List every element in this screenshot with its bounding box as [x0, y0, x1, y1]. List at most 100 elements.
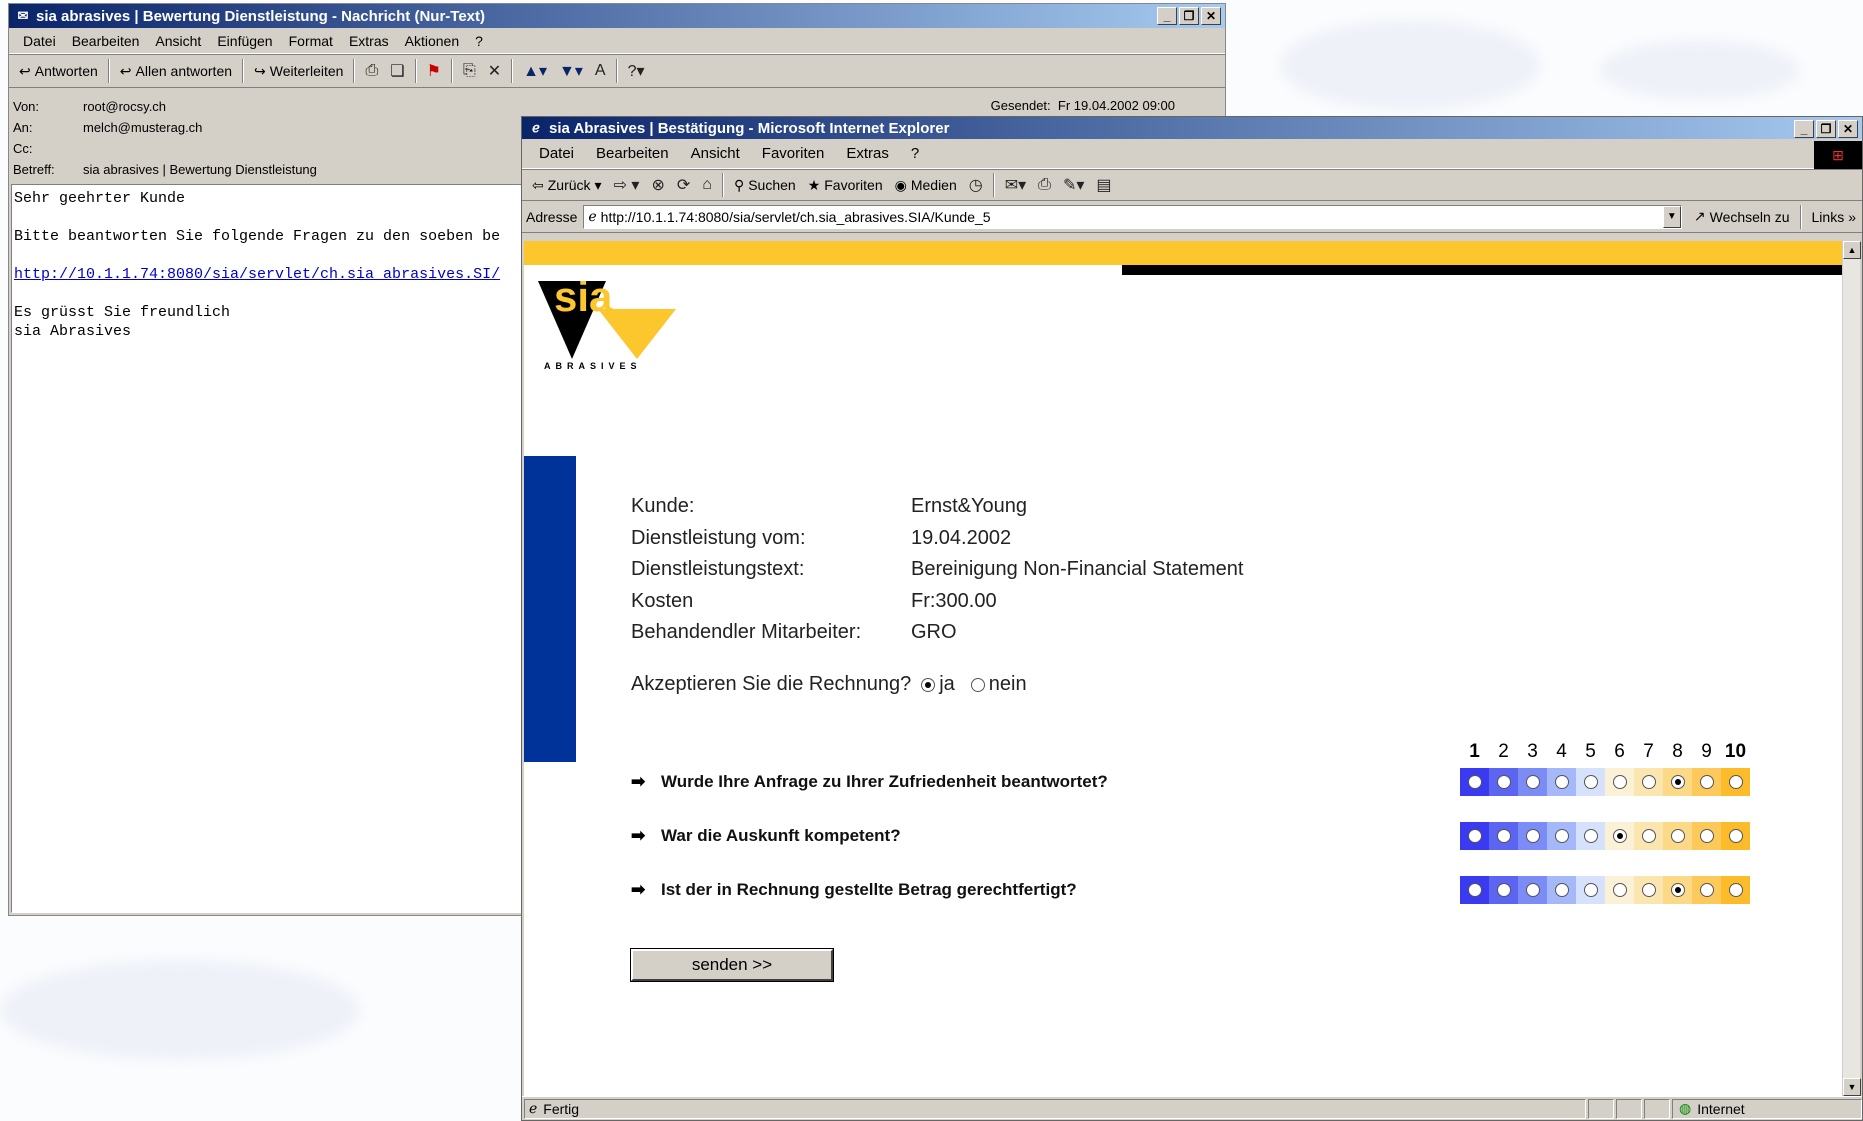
rating-radio-9[interactable] — [1699, 829, 1714, 843]
address-dropdown-icon[interactable]: ▼ — [1662, 205, 1681, 228]
outlook-menubar: Datei Bearbeiten Ansicht Einfügen Format… — [9, 28, 1225, 54]
rating-radio-3[interactable] — [1525, 883, 1540, 897]
close-button[interactable]: ✕ — [1201, 7, 1221, 25]
ie-menu-extras[interactable]: Extras — [835, 145, 900, 162]
info-value: Bereinigung Non-Financial Statement — [911, 558, 1244, 581]
address-bar: Adresse ℯ http://10.1.1.74:8080/sia/serv… — [522, 201, 1862, 233]
rating-radio-2[interactable] — [1496, 883, 1511, 897]
forward-button[interactable]: ↪ Weiterleiten — [248, 61, 349, 82]
to-label: An: — [13, 120, 33, 135]
scroll-down-icon[interactable]: ▼ — [1843, 1078, 1861, 1096]
ie-menu-favoriten[interactable]: Favoriten — [751, 145, 836, 162]
rating-radio-9[interactable] — [1699, 775, 1714, 789]
rating-radio-3[interactable] — [1525, 829, 1540, 843]
rating-radio-6[interactable] — [1612, 883, 1627, 897]
history-icon[interactable]: ◷ — [963, 175, 989, 195]
rating-radio-10[interactable] — [1728, 775, 1743, 789]
menu-help[interactable]: ? — [467, 33, 491, 49]
next-item-icon[interactable]: ▼▾ — [553, 61, 589, 81]
rating-radio-10[interactable] — [1728, 883, 1743, 897]
copy-icon[interactable]: ❏ — [384, 61, 410, 81]
menu-ansicht[interactable]: Ansicht — [147, 33, 209, 49]
menu-format[interactable]: Format — [281, 33, 341, 49]
refresh-icon[interactable]: ⟳ — [671, 175, 696, 195]
rating-radio-6[interactable] — [1612, 829, 1627, 843]
rating-radio-7[interactable] — [1641, 829, 1656, 843]
outlook-title: sia abrasives | Bewertung Dienstleistung… — [36, 7, 486, 25]
rating-radio-8[interactable] — [1670, 829, 1685, 843]
rating-cell — [1518, 768, 1547, 796]
go-button[interactable]: ↗ Wechseln zu — [1688, 206, 1796, 227]
forward-arrow-icon[interactable]: ⇨ ▾ — [608, 175, 646, 195]
delete-icon[interactable]: ✕ — [482, 61, 507, 81]
scale-number: 4 — [1556, 741, 1567, 762]
menu-einfuegen[interactable]: Einfügen — [209, 33, 280, 49]
accept-no-radio[interactable] — [970, 677, 985, 692]
ie-titlebar[interactable]: ℯ sia Abrasives | Bestätigung - Microsof… — [522, 117, 1862, 139]
rating-radio-2[interactable] — [1496, 829, 1511, 843]
accept-yes-radio[interactable] — [921, 677, 936, 692]
links-button[interactable]: Links» — [1806, 207, 1862, 227]
ie-close-button[interactable]: ✕ — [1838, 120, 1858, 138]
rating-cell — [1663, 822, 1692, 850]
scale-number: 7 — [1643, 741, 1654, 762]
scroll-up-icon[interactable]: ▲ — [1843, 241, 1861, 259]
minimize-button[interactable]: _ — [1157, 7, 1177, 25]
rating-radio-4[interactable] — [1554, 775, 1569, 789]
print-icon[interactable]: ⎙ — [359, 62, 384, 80]
rating-radio-3[interactable] — [1525, 775, 1540, 789]
vertical-scrollbar[interactable]: ▲ ▼ — [1842, 241, 1861, 1096]
media-button[interactable]: ◉ Medien — [889, 175, 963, 196]
stop-icon[interactable]: ⊗ — [645, 175, 670, 195]
survey-link[interactable]: http://10.1.1.74:8080/sia/servlet/ch.sia… — [14, 266, 500, 283]
rating-radio-4[interactable] — [1554, 829, 1569, 843]
menu-aktionen[interactable]: Aktionen — [397, 33, 467, 49]
flag-icon[interactable]: ⚑ — [421, 61, 447, 81]
edit-icon[interactable]: ✎▾ — [1057, 175, 1090, 195]
send-button[interactable]: senden >> — [630, 948, 834, 982]
ie-minimize-button[interactable]: _ — [1794, 120, 1814, 138]
outlook-titlebar[interactable]: ✉ sia abrasives | Bewertung Dienstleistu… — [9, 4, 1225, 28]
ie-menu-ansicht[interactable]: Ansicht — [680, 145, 751, 162]
sia-logo: sia ABRASIVES — [538, 273, 678, 376]
restore-button[interactable]: ❐ — [1179, 7, 1199, 25]
ie-restore-button[interactable]: ❐ — [1816, 120, 1836, 138]
font-size-icon[interactable]: A — [589, 62, 612, 80]
favorites-button[interactable]: ★ Favoriten — [802, 175, 889, 196]
rating-radio-5[interactable] — [1583, 775, 1598, 789]
previous-item-icon[interactable]: ▲▾ — [517, 61, 553, 81]
reply-button[interactable]: ↩ Antworten — [13, 61, 104, 82]
print-icon[interactable]: ⎙ — [1032, 176, 1057, 194]
rating-radio-5[interactable] — [1583, 829, 1598, 843]
help-icon[interactable]: ?▾ — [622, 61, 651, 81]
rating-radio-2[interactable] — [1496, 775, 1511, 789]
back-button[interactable]: ⇦ Zurück ▾ — [526, 175, 608, 196]
rating-radio-1[interactable] — [1467, 775, 1482, 789]
mail-icon[interactable]: ✉▾ — [999, 175, 1032, 195]
address-input[interactable]: ℯ http://10.1.1.74:8080/sia/servlet/ch.s… — [583, 204, 1682, 229]
menu-extras[interactable]: Extras — [341, 33, 397, 49]
rating-radio-1[interactable] — [1467, 829, 1482, 843]
reply-all-button[interactable]: ↩ Allen antworten — [114, 61, 238, 82]
rating-radio-8[interactable] — [1670, 883, 1685, 897]
rating-radio-6[interactable] — [1612, 775, 1627, 789]
rating-radio-1[interactable] — [1467, 883, 1482, 897]
move-folder-icon[interactable]: ⎘ — [457, 62, 482, 80]
rating-radio-9[interactable] — [1699, 883, 1714, 897]
ie-window[interactable]: ℯ sia Abrasives | Bestätigung - Microsof… — [521, 116, 1863, 1121]
rating-radio-7[interactable] — [1641, 775, 1656, 789]
discuss-icon[interactable]: ▤ — [1090, 175, 1117, 195]
rating-radio-4[interactable] — [1554, 883, 1569, 897]
rating-radio-5[interactable] — [1583, 883, 1598, 897]
menu-bearbeiten[interactable]: Bearbeiten — [64, 33, 148, 49]
search-button[interactable]: ⚲ Suchen — [728, 175, 802, 196]
rating-radio-7[interactable] — [1641, 883, 1656, 897]
ie-menu-help[interactable]: ? — [900, 145, 930, 162]
ie-menu-bearbeiten[interactable]: Bearbeiten — [585, 145, 680, 162]
ie-menu-datei[interactable]: Datei — [528, 145, 585, 162]
rating-radio-8[interactable] — [1670, 775, 1685, 789]
home-icon[interactable]: ⌂ — [696, 176, 718, 194]
rating-radio-10[interactable] — [1728, 829, 1743, 843]
page-done-icon: ℯ — [529, 1100, 538, 1116]
menu-datei[interactable]: Datei — [15, 33, 64, 49]
